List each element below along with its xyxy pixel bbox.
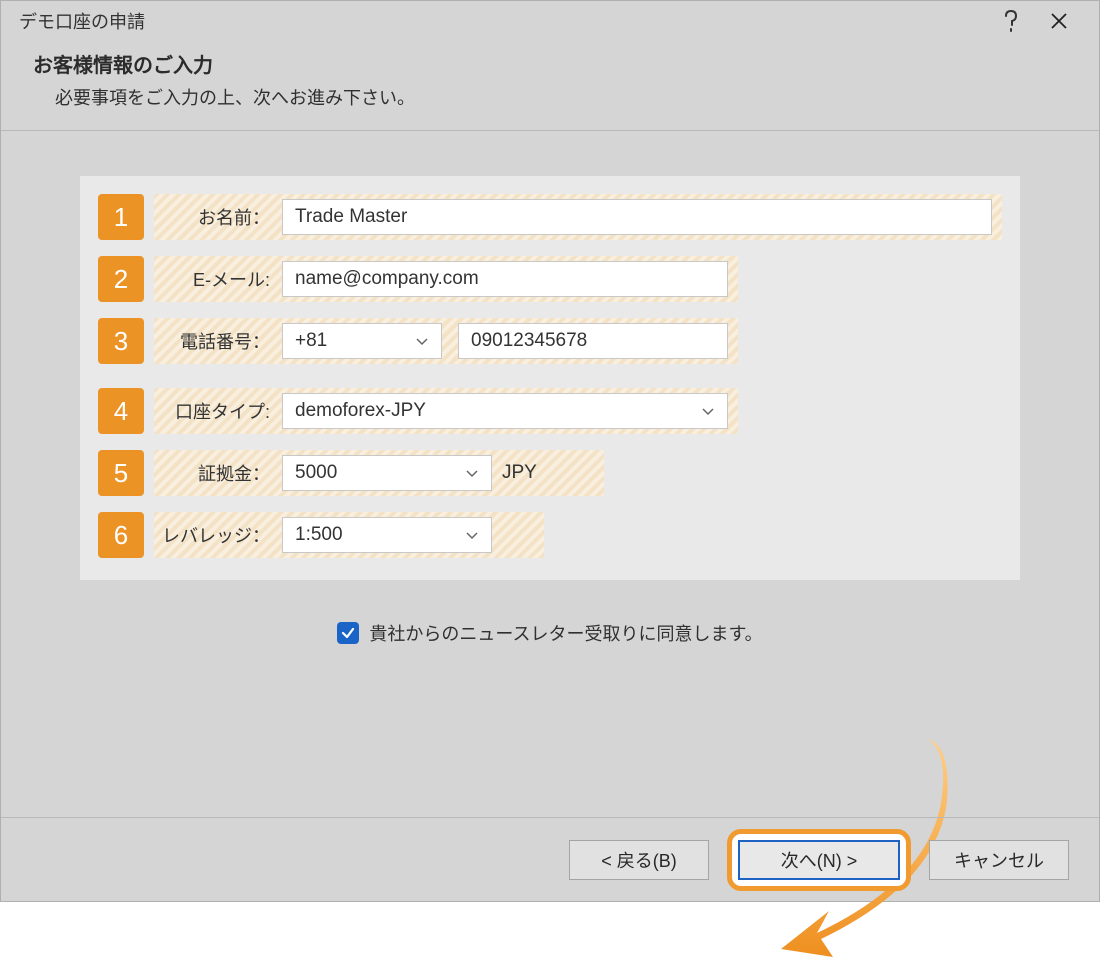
- help-button[interactable]: [987, 1, 1035, 41]
- row-phone: 3 電話番号： +81 09012345678: [98, 318, 1002, 364]
- consent-checkbox[interactable]: [337, 622, 359, 644]
- consent-label: 貴社からのニュースレター受取りに同意します。: [369, 620, 762, 646]
- chevron-down-icon: [465, 528, 479, 542]
- row-account-type: 4 口座タイプ: demoforex-JPY: [98, 388, 1002, 434]
- form-panel: 1 お名前： Trade Master 2 E-メール: name@compan…: [80, 176, 1020, 580]
- close-icon: [1050, 12, 1068, 30]
- consent-row: 貴社からのニュースレター受取りに同意します。: [337, 620, 762, 646]
- phone-number-input[interactable]: 09012345678: [458, 323, 728, 359]
- chevron-down-icon: [465, 466, 479, 480]
- step-badge-1: 1: [98, 194, 144, 240]
- label-phone: 電話番号：: [154, 328, 274, 354]
- row-email: 2 E-メール: name@company.com: [98, 256, 1002, 302]
- dialog-body: 1 お名前： Trade Master 2 E-メール: name@compan…: [1, 131, 1099, 817]
- row-deposit: 5 証拠金： 5000 JPY: [98, 450, 1002, 496]
- next-button[interactable]: 次へ(N) >: [738, 840, 900, 880]
- account-type-value: demoforex-JPY: [295, 400, 426, 422]
- titlebar: デモ口座の申請: [1, 1, 1099, 41]
- step-badge-2: 2: [98, 256, 144, 302]
- row-name: 1 お名前： Trade Master: [98, 194, 1002, 240]
- header-subtitle: 必要事項をご入力の上、次へお進み下さい。: [33, 84, 1099, 110]
- name-input[interactable]: Trade Master: [282, 199, 992, 235]
- phone-cc-value: +81: [295, 330, 327, 352]
- back-button[interactable]: < 戻る(B): [569, 840, 709, 880]
- cancel-button[interactable]: キャンセル: [929, 840, 1069, 880]
- phone-country-select[interactable]: +81: [282, 323, 442, 359]
- chevron-down-icon: [415, 334, 429, 348]
- footer: < 戻る(B) 次へ(N) > キャンセル: [1, 817, 1099, 901]
- deposit-value: 5000: [295, 462, 337, 484]
- check-icon: [341, 626, 355, 640]
- close-button[interactable]: [1035, 1, 1083, 41]
- help-icon: [1004, 10, 1018, 32]
- label-leverage: レバレッジ：: [154, 522, 274, 548]
- deposit-select[interactable]: 5000: [282, 455, 492, 491]
- chevron-down-icon: [701, 404, 715, 418]
- window-title: デモ口座の申請: [19, 8, 145, 34]
- account-type-select[interactable]: demoforex-JPY: [282, 393, 728, 429]
- header-block: お客様情報のご入力 必要事項をご入力の上、次へお進み下さい。: [1, 41, 1099, 131]
- demo-account-dialog: デモ口座の申請 お客様情報のご入力 必要事項をご入力の上、次へお進み下さい。 1…: [0, 0, 1100, 902]
- row-leverage: 6 レバレッジ： 1:500: [98, 512, 1002, 558]
- label-name: お名前：: [154, 204, 274, 230]
- header-title: お客様情報のご入力: [33, 49, 1099, 78]
- email-input[interactable]: name@company.com: [282, 261, 728, 297]
- next-button-highlight: 次へ(N) >: [727, 829, 911, 891]
- step-badge-6: 6: [98, 512, 144, 558]
- step-badge-5: 5: [98, 450, 144, 496]
- label-deposit: 証拠金：: [154, 460, 274, 486]
- leverage-select[interactable]: 1:500: [282, 517, 492, 553]
- step-badge-3: 3: [98, 318, 144, 364]
- leverage-value: 1:500: [295, 524, 343, 546]
- deposit-currency: JPY: [502, 462, 551, 484]
- step-badge-4: 4: [98, 388, 144, 434]
- label-account-type: 口座タイプ:: [154, 398, 274, 424]
- label-email: E-メール:: [154, 266, 274, 292]
